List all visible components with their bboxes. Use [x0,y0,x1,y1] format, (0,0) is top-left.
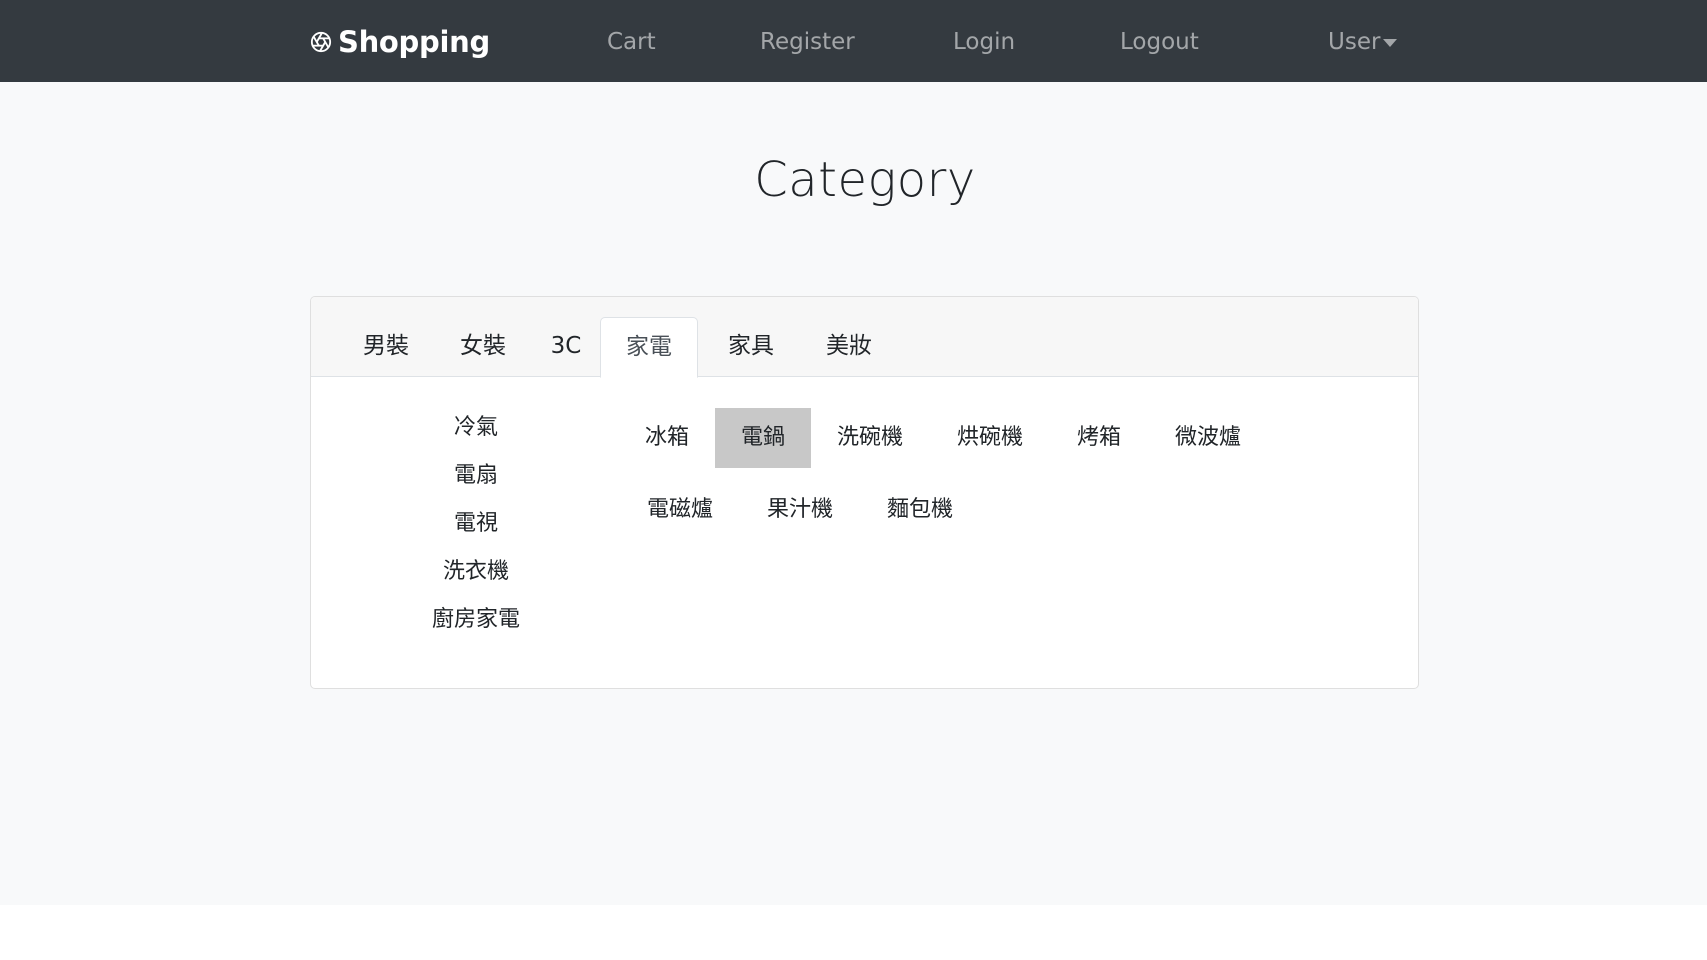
tab-beauty[interactable]: 美妝 [814,317,884,377]
nav-cart-link[interactable]: Cart [607,22,656,62]
tab-furniture[interactable]: 家具 [716,317,786,377]
sub-item-bread-maker[interactable]: 麵包機 [881,480,959,540]
page: Shopping Cart Register Login Logout User… [0,0,1707,905]
category-tabs: 男裝 女裝 3C 家電 家具 美妝 [311,297,1418,378]
page-title: Category [754,152,976,208]
sub-item-juicer[interactable]: 果汁機 [761,480,839,540]
side-item-air-conditioner[interactable]: 冷氣 [391,408,561,448]
sub-item-dishwasher[interactable]: 洗碗機 [831,408,909,468]
side-item-fan[interactable]: 電扇 [391,456,561,496]
side-item-washing-machine[interactable]: 洗衣機 [391,552,561,592]
tab-3c[interactable]: 3C [541,317,591,377]
nav-register-link[interactable]: Register [760,22,855,62]
nav-login-link[interactable]: Login [953,22,1015,62]
sub-item-refrigerator[interactable]: 冰箱 [641,408,693,468]
sub-item-microwave[interactable]: 微波爐 [1169,408,1247,468]
brand-link[interactable]: Shopping [310,22,490,62]
category-card: 男裝 女裝 3C 家電 家具 美妝 冷氣 電扇 電視 洗衣機 廚房家電 冰箱 電… [310,296,1419,689]
sub-item-dish-dryer[interactable]: 烘碗機 [951,408,1029,468]
side-item-tv[interactable]: 電視 [391,504,561,544]
sub-item-induction-cooker[interactable]: 電磁爐 [641,480,719,540]
tab-womens-clothing[interactable]: 女裝 [448,317,518,377]
tab-mens-clothing[interactable]: 男裝 [351,317,421,377]
caret-down-icon [1383,39,1398,47]
sub-item-rice-cooker[interactable]: 電鍋 [715,408,811,468]
side-item-kitchen-appliances[interactable]: 廚房家電 [391,600,561,640]
nav-user-dropdown[interactable]: User [1328,22,1398,62]
aperture-icon [310,31,332,53]
sub-item-oven[interactable]: 烤箱 [1073,408,1125,468]
tab-appliances[interactable]: 家電 [600,317,698,378]
brand-name: Shopping [338,25,490,59]
nav-user-label: User [1328,29,1381,55]
navbar: Shopping Cart Register Login Logout User [0,0,1707,82]
nav-logout-link[interactable]: Logout [1120,22,1199,62]
